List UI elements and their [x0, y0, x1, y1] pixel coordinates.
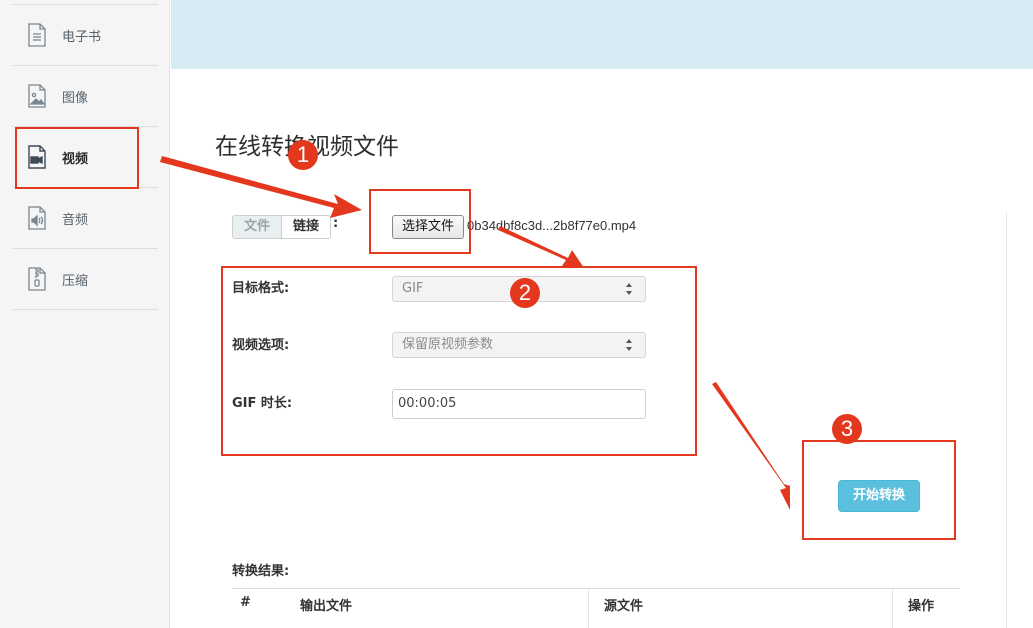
tab-link[interactable]: 链接 [282, 216, 330, 238]
result-title: 转换结果: [232, 564, 290, 579]
arrow-to-choose-file [160, 156, 362, 218]
sidebar-item-image[interactable]: 图像 [12, 66, 158, 127]
sidebar: 电子书 图像 视频 音频 压缩 [0, 0, 170, 628]
step-badge-3: 3 [832, 414, 862, 444]
sidebar-item-label: 电子书 [62, 29, 102, 45]
sidebar-item-label: 图像 [62, 90, 89, 106]
step-badge-1: 1 [288, 140, 318, 170]
sidebar-item-archive[interactable]: 压缩 [12, 249, 158, 310]
result-table: # 输出文件 源文件 操作 [232, 588, 960, 628]
archive-file-icon [26, 267, 48, 291]
tab-file[interactable]: 文件 [233, 216, 282, 238]
column-header-output-file: 输出文件 [300, 599, 353, 614]
selected-file-name: 0b34dbf8c3d...2b8f77e0.mp4 [467, 218, 637, 233]
source-toggle: 文件 链接 [232, 215, 331, 239]
sidebar-item-label: 压缩 [62, 273, 89, 289]
step-badge-2: 2 [510, 278, 540, 308]
column-divider [588, 589, 589, 628]
column-header-index: # [240, 595, 251, 610]
top-banner [171, 0, 1033, 69]
ebook-file-icon [26, 23, 48, 47]
column-divider [892, 589, 893, 628]
sidebar-item-audio[interactable]: 音频 [12, 188, 158, 249]
column-header-source-file: 源文件 [604, 599, 644, 614]
source-colon: : [333, 216, 339, 231]
column-header-actions: 操作 [908, 599, 935, 614]
sidebar-item-ebook[interactable]: 电子书 [12, 5, 158, 66]
image-file-icon [26, 84, 48, 108]
sidebar-item-label: 音频 [62, 212, 89, 228]
highlight-box-options [221, 266, 697, 456]
audio-file-icon [26, 206, 48, 230]
highlight-box-start [802, 440, 956, 540]
highlight-box-video-tab [15, 127, 139, 189]
highlight-box-choose-file [369, 189, 471, 254]
